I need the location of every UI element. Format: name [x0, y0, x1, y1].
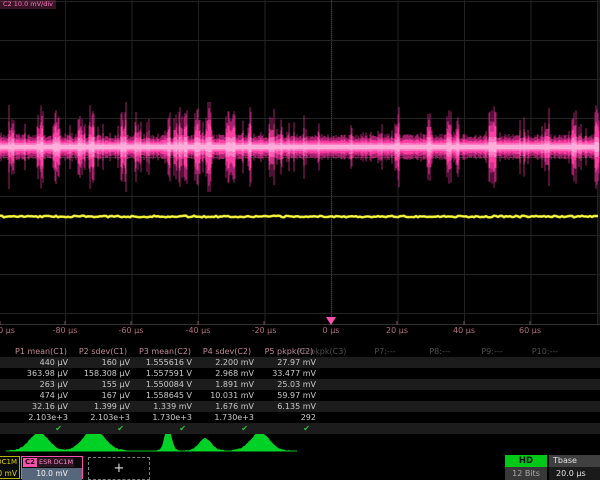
- measure-column-p5: P5 pkpk(C2) 27.97 mV 33.477 mV 25.03 mV …: [258, 346, 320, 434]
- x-axis-label: -20 µs: [252, 326, 277, 335]
- measure-num: 2.103e+3: [72, 412, 134, 423]
- status-check-icon: ✔: [258, 423, 320, 434]
- x-axis-label: 20 µs: [386, 326, 408, 335]
- measure-max: 10.031 mV: [196, 390, 258, 401]
- measure-num: 2.103e+3: [10, 412, 72, 423]
- x-axis-label: -80 µs: [53, 326, 78, 335]
- measure-header-p4[interactable]: P4 sdev(C2): [196, 346, 258, 357]
- x-axis-label: 40 µs: [453, 326, 475, 335]
- x-axis-label: -60 µs: [119, 326, 144, 335]
- measure-mean: 363.98 µV: [10, 368, 72, 379]
- c2-tag-coupling: DC1M: [53, 458, 74, 467]
- measure-column-p3: P3 mean(C2) 1.555616 V 1.557591 V 1.5500…: [134, 346, 196, 434]
- c2-scale: 10.0 mV: [22, 468, 82, 480]
- measure-mean: 2.968 mV: [196, 368, 258, 379]
- measure-header-p6[interactable]: P6 pkpk(C3): [298, 346, 347, 357]
- add-channel-button[interactable]: +: [88, 457, 150, 480]
- grid-center-hline: [0, 157, 600, 158]
- measure-header-p9[interactable]: P9:---: [481, 346, 502, 357]
- measure-sdev: 1.676 mV: [196, 401, 258, 412]
- measure-header-p3[interactable]: P3 mean(C2): [134, 346, 196, 357]
- measure-value: 440 µV: [10, 357, 72, 368]
- measure-min: 25.03 mV: [258, 379, 320, 390]
- measure-column-p2: P2 sdev(C1) 160 µV 158.308 µV 155 µV 167…: [72, 346, 134, 434]
- channel-box-c2[interactable]: C2ESRDC1M 10.0 mV: [21, 456, 83, 479]
- measure-mean: 33.477 mV: [258, 368, 320, 379]
- c2-badge: C2: [23, 458, 37, 467]
- measure-header-p1[interactable]: P1 mean(C1): [10, 346, 72, 357]
- measure-mean: 158.308 µV: [72, 368, 134, 379]
- measure-column-p4: P4 sdev(C2) 2.200 mV 2.968 mV 1.891 mV 1…: [196, 346, 258, 434]
- c1-scale: 50.0 mV: [0, 468, 19, 480]
- measure-sdev: 6.135 mV: [258, 401, 320, 412]
- trace-tab-c2[interactable]: C2 10.0 mV/div: [0, 0, 56, 9]
- grid-center-vline: [331, 0, 332, 324]
- x-axis-label: -40 µs: [186, 326, 211, 335]
- measure-max: 474 µV: [10, 390, 72, 401]
- measure-header-p10[interactable]: P10:---: [532, 346, 558, 357]
- measure-num: 1.730e+3: [134, 412, 196, 423]
- status-check-icon: ✔: [196, 423, 258, 434]
- channel-box-c1[interactable]: DC1M 50.0 mV: [0, 456, 20, 479]
- measure-header-p7[interactable]: P7:---: [374, 346, 395, 357]
- measure-min: 155 µV: [72, 379, 134, 390]
- status-check-icon: ✔: [10, 423, 72, 434]
- measure-value: 1.555616 V: [134, 357, 196, 368]
- measure-value: 160 µV: [72, 357, 134, 368]
- measure-mean: 1.557591 V: [134, 368, 196, 379]
- measure-value: 27.97 mV: [258, 357, 320, 368]
- measure-sdev: 1.339 mV: [134, 401, 196, 412]
- measure-num: 292: [258, 412, 320, 423]
- measure-min: 263 µV: [10, 379, 72, 390]
- oscilloscope-screen: C2 10.0 mV/div -100 µs -80 µs -60 µs -40…: [0, 0, 600, 480]
- measure-max: 59.97 mV: [258, 390, 320, 401]
- status-check-icon: ✔: [134, 423, 196, 434]
- measure-sdev: 1.399 µV: [72, 401, 134, 412]
- measure-max: 167 µV: [72, 390, 134, 401]
- measure-header-p8[interactable]: P8:---: [429, 346, 450, 357]
- measure-header-p2[interactable]: P2 sdev(C1): [72, 346, 134, 357]
- x-axis-label: 60 µs: [519, 326, 541, 335]
- timebase-value: 20.0 µs: [549, 467, 600, 480]
- x-axis-label: -100 µs: [0, 326, 15, 335]
- c1-coupling: DC1M: [0, 457, 19, 468]
- hd-badge: HD: [505, 455, 547, 467]
- status-check-icon: ✔: [72, 423, 134, 434]
- hd-bits-label: 12 Bits: [505, 467, 547, 480]
- measure-num: 1.730e+3: [196, 412, 258, 423]
- measure-min: 1.550084 V: [134, 379, 196, 390]
- measure-min: 1.891 mV: [196, 379, 258, 390]
- c2-tag-esr: ESR: [38, 458, 53, 467]
- x-axis-label: 0 µs: [323, 326, 340, 335]
- timebase-box[interactable]: Tbase: [549, 455, 600, 467]
- measure-sdev: 32.16 µV: [10, 401, 72, 412]
- measure-column-p1: P1 mean(C1) 440 µV 363.98 µV 263 µV 474 …: [10, 346, 72, 434]
- measure-value: 2.200 mV: [196, 357, 258, 368]
- measure-max: 1.558645 V: [134, 390, 196, 401]
- waveform-grid[interactable]: [0, 0, 600, 325]
